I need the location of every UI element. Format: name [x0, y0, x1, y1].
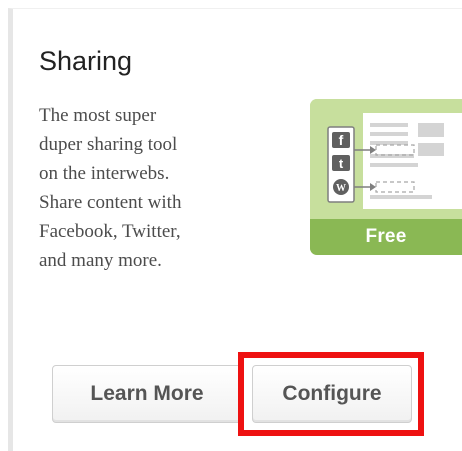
twitter-icon: t [332, 155, 350, 171]
svg-text:W: W [336, 183, 346, 194]
preview-text-line [370, 195, 432, 199]
sharing-illustration: f t W [310, 99, 462, 219]
preview-text-line [370, 132, 408, 136]
description-line: and many more. [39, 250, 162, 271]
preview-page [363, 113, 462, 209]
preview-image-block [418, 143, 444, 156]
svg-text:f: f [339, 132, 344, 148]
facebook-icon: f [332, 132, 350, 148]
wordpress-icon: W [333, 179, 349, 195]
description-line: Facebook, Twitter, [39, 221, 181, 242]
preview-image-block [418, 123, 444, 137]
description-line: The most super [39, 105, 157, 126]
preview-text-line [370, 163, 418, 167]
card-title: Sharing [39, 46, 133, 76]
description-line: Share content with [39, 192, 182, 213]
free-badge: Free [310, 219, 462, 255]
description-line: duper sharing tool [39, 134, 178, 155]
svg-text:t: t [339, 156, 344, 171]
description-line: on the interwebs. [39, 163, 170, 184]
configure-button[interactable]: Configure [252, 365, 412, 423]
learn-more-button[interactable]: Learn More [52, 365, 242, 423]
sharing-thumbnail: f t W Free [310, 99, 462, 255]
preview-text-line [370, 123, 408, 127]
card-description: The most super duper sharing tool on the… [39, 101, 289, 275]
preview-text-line [370, 141, 408, 145]
